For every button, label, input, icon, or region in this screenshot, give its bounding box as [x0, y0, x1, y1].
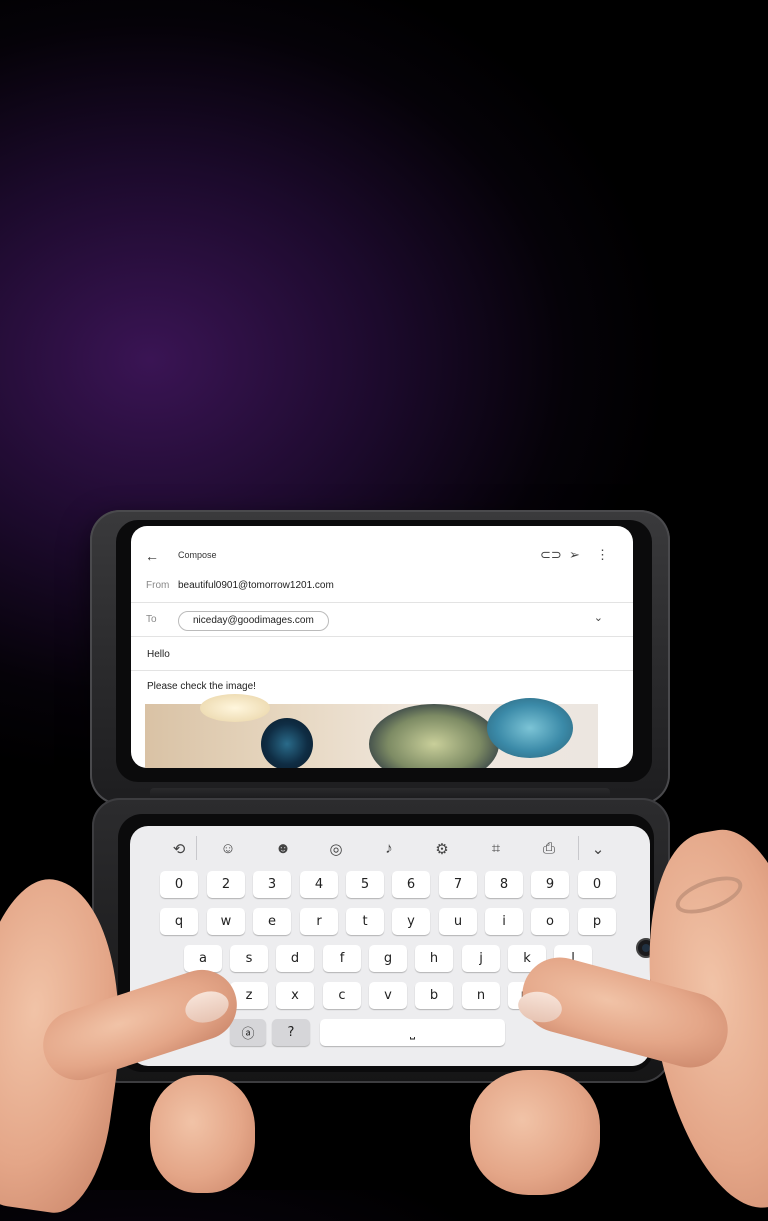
keyboard-toolbar: ⟲ ☺ ☻ ◎ ♪ ⚙ ⌗ ⎙ ⌄ [130, 826, 650, 872]
bowl-blue [487, 698, 573, 758]
compose-title: Compose [178, 550, 217, 560]
to-row: To niceday@goodimages.com ⌄ [131, 603, 633, 637]
body-text[interactable]: Please check the image! [147, 681, 256, 692]
send-icon[interactable]: ➢ [569, 547, 580, 563]
key[interactable]: h [415, 945, 453, 972]
bowl-navy [261, 718, 313, 768]
back-arrow-icon[interactable]: ← [145, 548, 159, 564]
bowl-green [369, 704, 499, 768]
sticker-icon[interactable]: ☻ [271, 840, 295, 857]
collapse-chevron-icon[interactable]: ⌄ [586, 840, 610, 858]
from-row: From beautiful0901@tomorrow1201.com [131, 570, 633, 603]
email-compose-screen: ← Compose ⊂⊃ ➢ ⋮ From beautiful0901@tomo… [131, 526, 633, 768]
key[interactable]: p [578, 908, 616, 935]
key[interactable]: v [369, 982, 407, 1009]
attached-image [145, 694, 598, 768]
key[interactable]: b [415, 982, 453, 1009]
key[interactable]: 4 [300, 871, 338, 898]
symbol-key[interactable]: ? [272, 1019, 310, 1046]
key[interactable]: w [207, 908, 245, 935]
subject-field[interactable]: Hello [147, 649, 170, 660]
key[interactable]: g [369, 945, 407, 972]
language-key[interactable]: ⓐ [230, 1019, 266, 1046]
key[interactable]: o [531, 908, 569, 935]
key[interactable]: s [230, 945, 268, 972]
key[interactable]: 5 [346, 871, 384, 898]
to-label: To [146, 614, 157, 625]
from-label: From [146, 580, 170, 591]
divider [578, 836, 579, 860]
clipboard-icon[interactable]: ⎙ [537, 840, 561, 857]
from-value[interactable]: beautiful0901@tomorrow1201.com [178, 580, 334, 591]
key[interactable]: y [392, 908, 430, 935]
gif-icon[interactable]: ◎ [324, 840, 348, 858]
divider [196, 836, 197, 860]
key[interactable]: d [276, 945, 314, 972]
key[interactable]: 0 [578, 871, 616, 898]
key[interactable]: n [462, 982, 500, 1009]
scan-text-icon[interactable]: ⌗ [484, 840, 508, 857]
more-options-icon[interactable]: ⋮ [596, 547, 609, 563]
subject-row[interactable]: Hello [131, 637, 633, 671]
emoji-icon[interactable]: ☺ [216, 840, 240, 857]
key[interactable]: i [485, 908, 523, 935]
key[interactable]: 6 [392, 871, 430, 898]
left-fingers [150, 1075, 255, 1193]
key[interactable]: c [323, 982, 361, 1009]
key[interactable]: 7 [439, 871, 477, 898]
key[interactable]: 0 [160, 871, 198, 898]
key[interactable]: x [276, 982, 314, 1009]
key[interactable]: f [323, 945, 361, 972]
key[interactable]: u [439, 908, 477, 935]
recipient-chip[interactable]: niceday@goodimages.com [178, 611, 329, 631]
attach-icon[interactable]: ⊂⊃ [540, 547, 562, 563]
key[interactable]: r [300, 908, 338, 935]
chevron-down-icon[interactable]: ⌄ [594, 611, 603, 624]
key[interactable]: e [253, 908, 291, 935]
key[interactable]: 8 [485, 871, 523, 898]
bowl-cream [200, 694, 270, 722]
swap-icon[interactable]: ⟲ [167, 840, 191, 858]
settings-gear-icon[interactable]: ⚙ [430, 840, 454, 858]
key[interactable]: 2 [207, 871, 245, 898]
microphone-icon[interactable]: ♪ [377, 840, 401, 857]
right-fingers [470, 1070, 600, 1195]
space-bar[interactable]: ⎵ [320, 1019, 505, 1046]
key[interactable]: a [184, 945, 222, 972]
key[interactable]: j [462, 945, 500, 972]
key[interactable]: 9 [531, 871, 569, 898]
key[interactable]: q [160, 908, 198, 935]
key[interactable]: t [346, 908, 384, 935]
key[interactable]: 3 [253, 871, 291, 898]
